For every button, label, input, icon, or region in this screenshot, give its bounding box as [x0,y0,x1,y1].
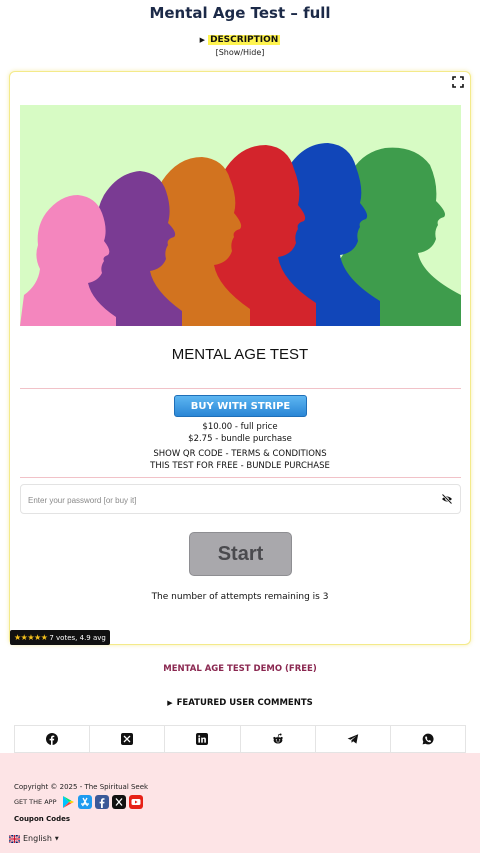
hero-image [20,105,461,326]
password-input[interactable] [28,492,428,508]
google-play-icon[interactable] [61,795,75,809]
fullscreen-icon[interactable] [452,76,464,88]
language-selector[interactable]: English ▼ [9,834,59,843]
language-label: English [23,834,52,843]
share-telegram-button[interactable] [316,726,391,752]
qr-terms-link[interactable]: SHOW QR CODE - TERMS & CONDITIONS [10,449,470,459]
share-facebook-button[interactable] [15,726,91,752]
start-button[interactable]: Start [189,532,292,576]
price-full: $10.00 - full price [202,422,278,432]
reddit-icon [272,733,283,744]
linkedin-icon [196,733,209,745]
whatsapp-icon [422,733,434,745]
facebook-icon [46,733,59,745]
share-bar [14,725,466,753]
triangle-right-icon: ▶ [199,36,206,44]
app-store-icon[interactable] [77,795,92,809]
x-app-icon[interactable] [111,795,126,809]
divider [20,388,461,389]
share-whatsapp-button[interactable] [391,726,465,752]
divider [20,477,461,478]
password-field-container [20,484,461,514]
demo-link[interactable]: MENTAL AGE TEST DEMO (FREE) [0,664,480,674]
buy-with-stripe-button[interactable]: BUY WITH STRIPE [174,395,307,417]
get-app-label: GET THE APP [14,798,57,806]
price-bundle: $2.75 - bundle purchase [188,434,292,444]
uk-flag-icon [9,834,20,843]
featured-comments-label: FEATURED USER COMMENTS [176,698,313,708]
share-reddit-button[interactable] [241,726,316,752]
featured-comments-toggle[interactable]: ▶ FEATURED USER COMMENTS [0,698,480,708]
test-card: MENTAL AGE TEST BUY WITH STRIPE $10.00 -… [9,71,471,645]
page-title: Mental Age Test – full [149,4,331,22]
test-heading: MENTAL AGE TEST [171,346,309,363]
free-bundle-link[interactable]: THIS TEST FOR FREE - BUNDLE PURCHASE [10,461,470,471]
coupon-codes-link[interactable]: Coupon Codes [14,815,70,823]
youtube-icon[interactable] [128,795,143,809]
attempts-remaining: The number of attempts remaining is 3 [151,592,329,602]
get-app-row: GET THE APP [14,795,146,809]
share-linkedin-button[interactable] [165,726,241,752]
telegram-icon [347,734,358,744]
rating-badge: ★★★★★ 7 votes, 4.9 avg [10,630,110,645]
description-toggle[interactable]: ▶ DESCRIPTION [0,35,480,45]
share-x-button[interactable] [90,726,166,752]
description-label: DESCRIPTION [208,35,281,45]
caret-down-icon: ▼ [54,835,59,842]
x-icon [121,733,134,745]
footer: Copyright © 2025 - The Spiritual Seek GE… [0,753,480,853]
rating-text: 7 votes, 4.9 avg [49,634,106,642]
rating-stars: ★★★★★ [14,633,48,642]
eye-slash-icon[interactable] [441,493,453,505]
facebook-app-icon[interactable] [94,795,109,809]
triangle-right-icon: ▶ [167,699,173,707]
show-hide-link[interactable]: [Show/Hide] [0,48,480,57]
copyright-text: Copyright © 2025 - The Spiritual Seek [14,783,149,791]
